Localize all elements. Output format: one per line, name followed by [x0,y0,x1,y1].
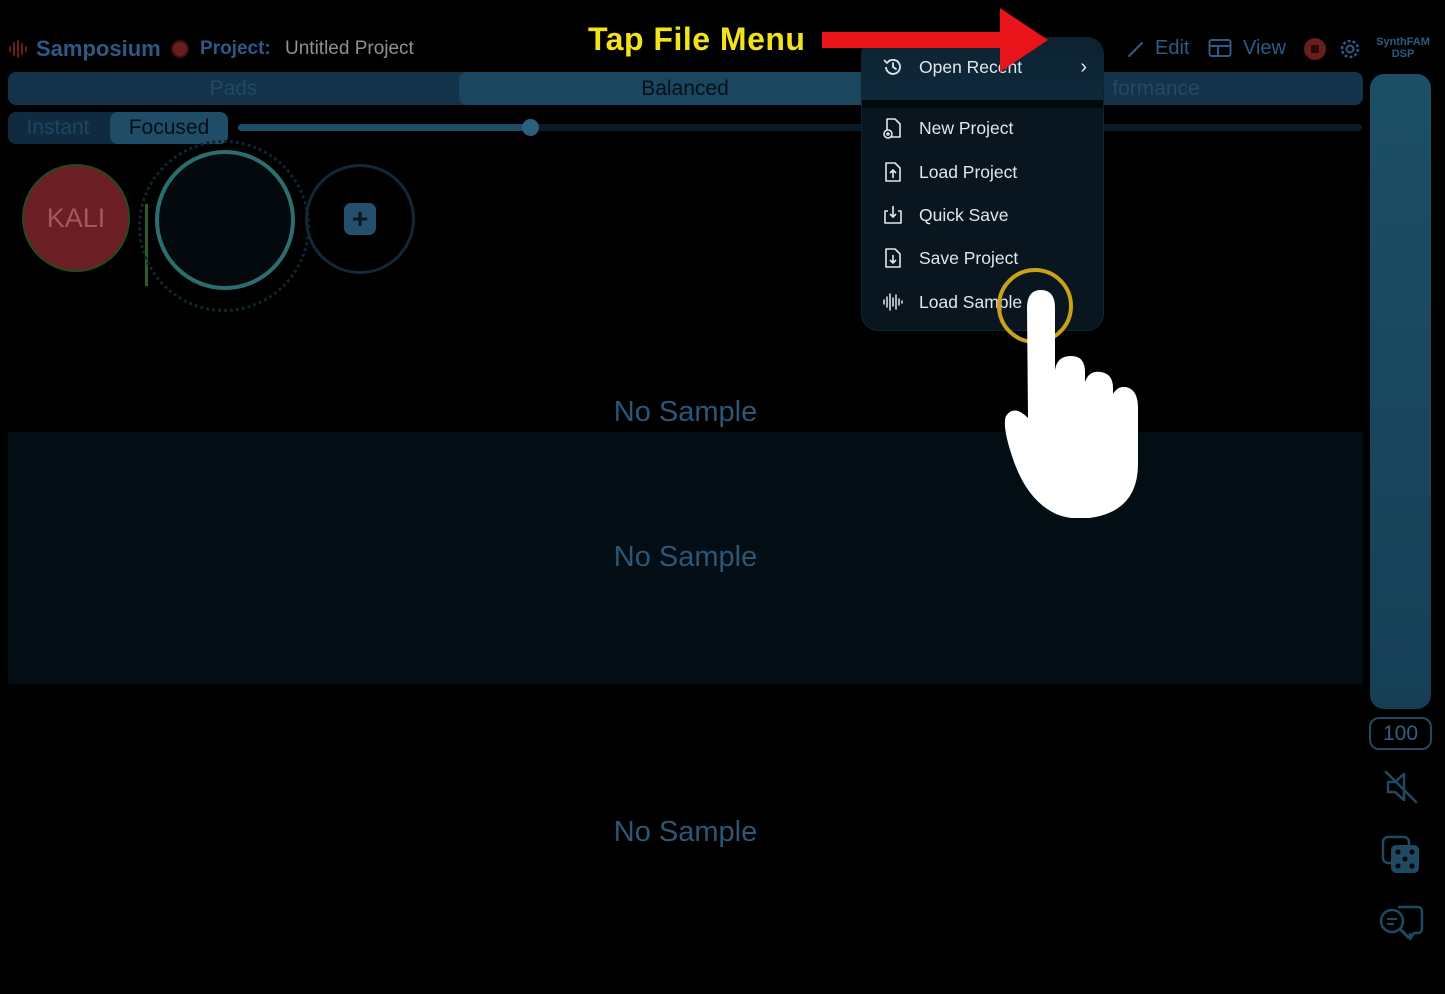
volume-value: 100 [1369,717,1432,750]
file-plus-icon [883,118,901,139]
file-upload-icon [885,162,901,182]
plus-icon: + [344,203,376,235]
stop-button[interactable] [1304,38,1326,60]
dice-icon[interactable] [1380,834,1422,876]
waveform-logo-icon [9,40,27,58]
record-button[interactable] [171,40,189,58]
chevron-right-icon: › [1080,55,1087,78]
layout-icon[interactable] [1208,38,1232,58]
pencil-icon[interactable] [1126,39,1146,59]
pad-kali[interactable]: KALI [22,164,130,272]
tab-performance[interactable]: formance [1101,72,1211,105]
menu-item-quick-save[interactable]: Quick Save [862,195,1103,235]
tap-hand-icon [997,268,1138,518]
menu-label-quick-save: Quick Save [919,204,1009,225]
waveform-icon [883,293,903,311]
gear-icon[interactable] [1338,37,1362,61]
tutorial-caption: Tap File Menu [588,21,806,57]
focus-slider[interactable] [238,119,1362,136]
tab-focused[interactable]: Focused [110,112,228,144]
add-pad-button[interactable]: + [305,164,415,274]
tab-balanced[interactable]: Balanced [459,72,911,105]
menu-label-save-project: Save Project [919,247,1019,268]
slider-fill [238,124,530,131]
menu-item-new-project[interactable]: New Project [862,108,1103,148]
lane-3-placeholder: No Sample [613,816,758,848]
slider-thumb[interactable] [522,119,539,136]
brand-line-1: SynthFAM [1376,36,1430,48]
tab-pads[interactable]: Pads [8,72,459,105]
pointer-arrow-icon [822,8,1048,72]
tray-download-icon [884,206,902,224]
lane-2-placeholder: No Sample [613,541,758,573]
tab-instant[interactable]: Instant [8,112,108,144]
edit-menu-button[interactable]: Edit [1155,37,1189,60]
stop-icon [1311,45,1319,53]
sub-tab-bar: Instant Focused [8,112,228,144]
project-name[interactable]: Untitled Project [285,38,414,60]
menu-item-load-project[interactable]: Load Project [862,152,1103,192]
search-chat-icon[interactable] [1376,903,1424,945]
mute-speaker-icon[interactable] [1380,766,1422,808]
menu-label-new-project: New Project [919,117,1014,138]
menu-separator [862,100,1103,108]
lane-1-placeholder: No Sample [613,396,758,428]
mode-tab-bar: Pads Balanced formance [8,72,1363,105]
brand-logo: SynthFAM DSP [1370,36,1436,60]
app-name: Samposium [36,36,161,61]
project-label: Project: [200,38,271,59]
menu-label-load-project: Load Project [919,161,1018,182]
volume-fader[interactable] [1370,74,1431,709]
view-menu-button[interactable]: View [1243,37,1286,60]
brand-line-2: DSP [1391,48,1415,60]
pad-empty[interactable] [155,150,295,290]
file-download-icon [885,248,901,268]
